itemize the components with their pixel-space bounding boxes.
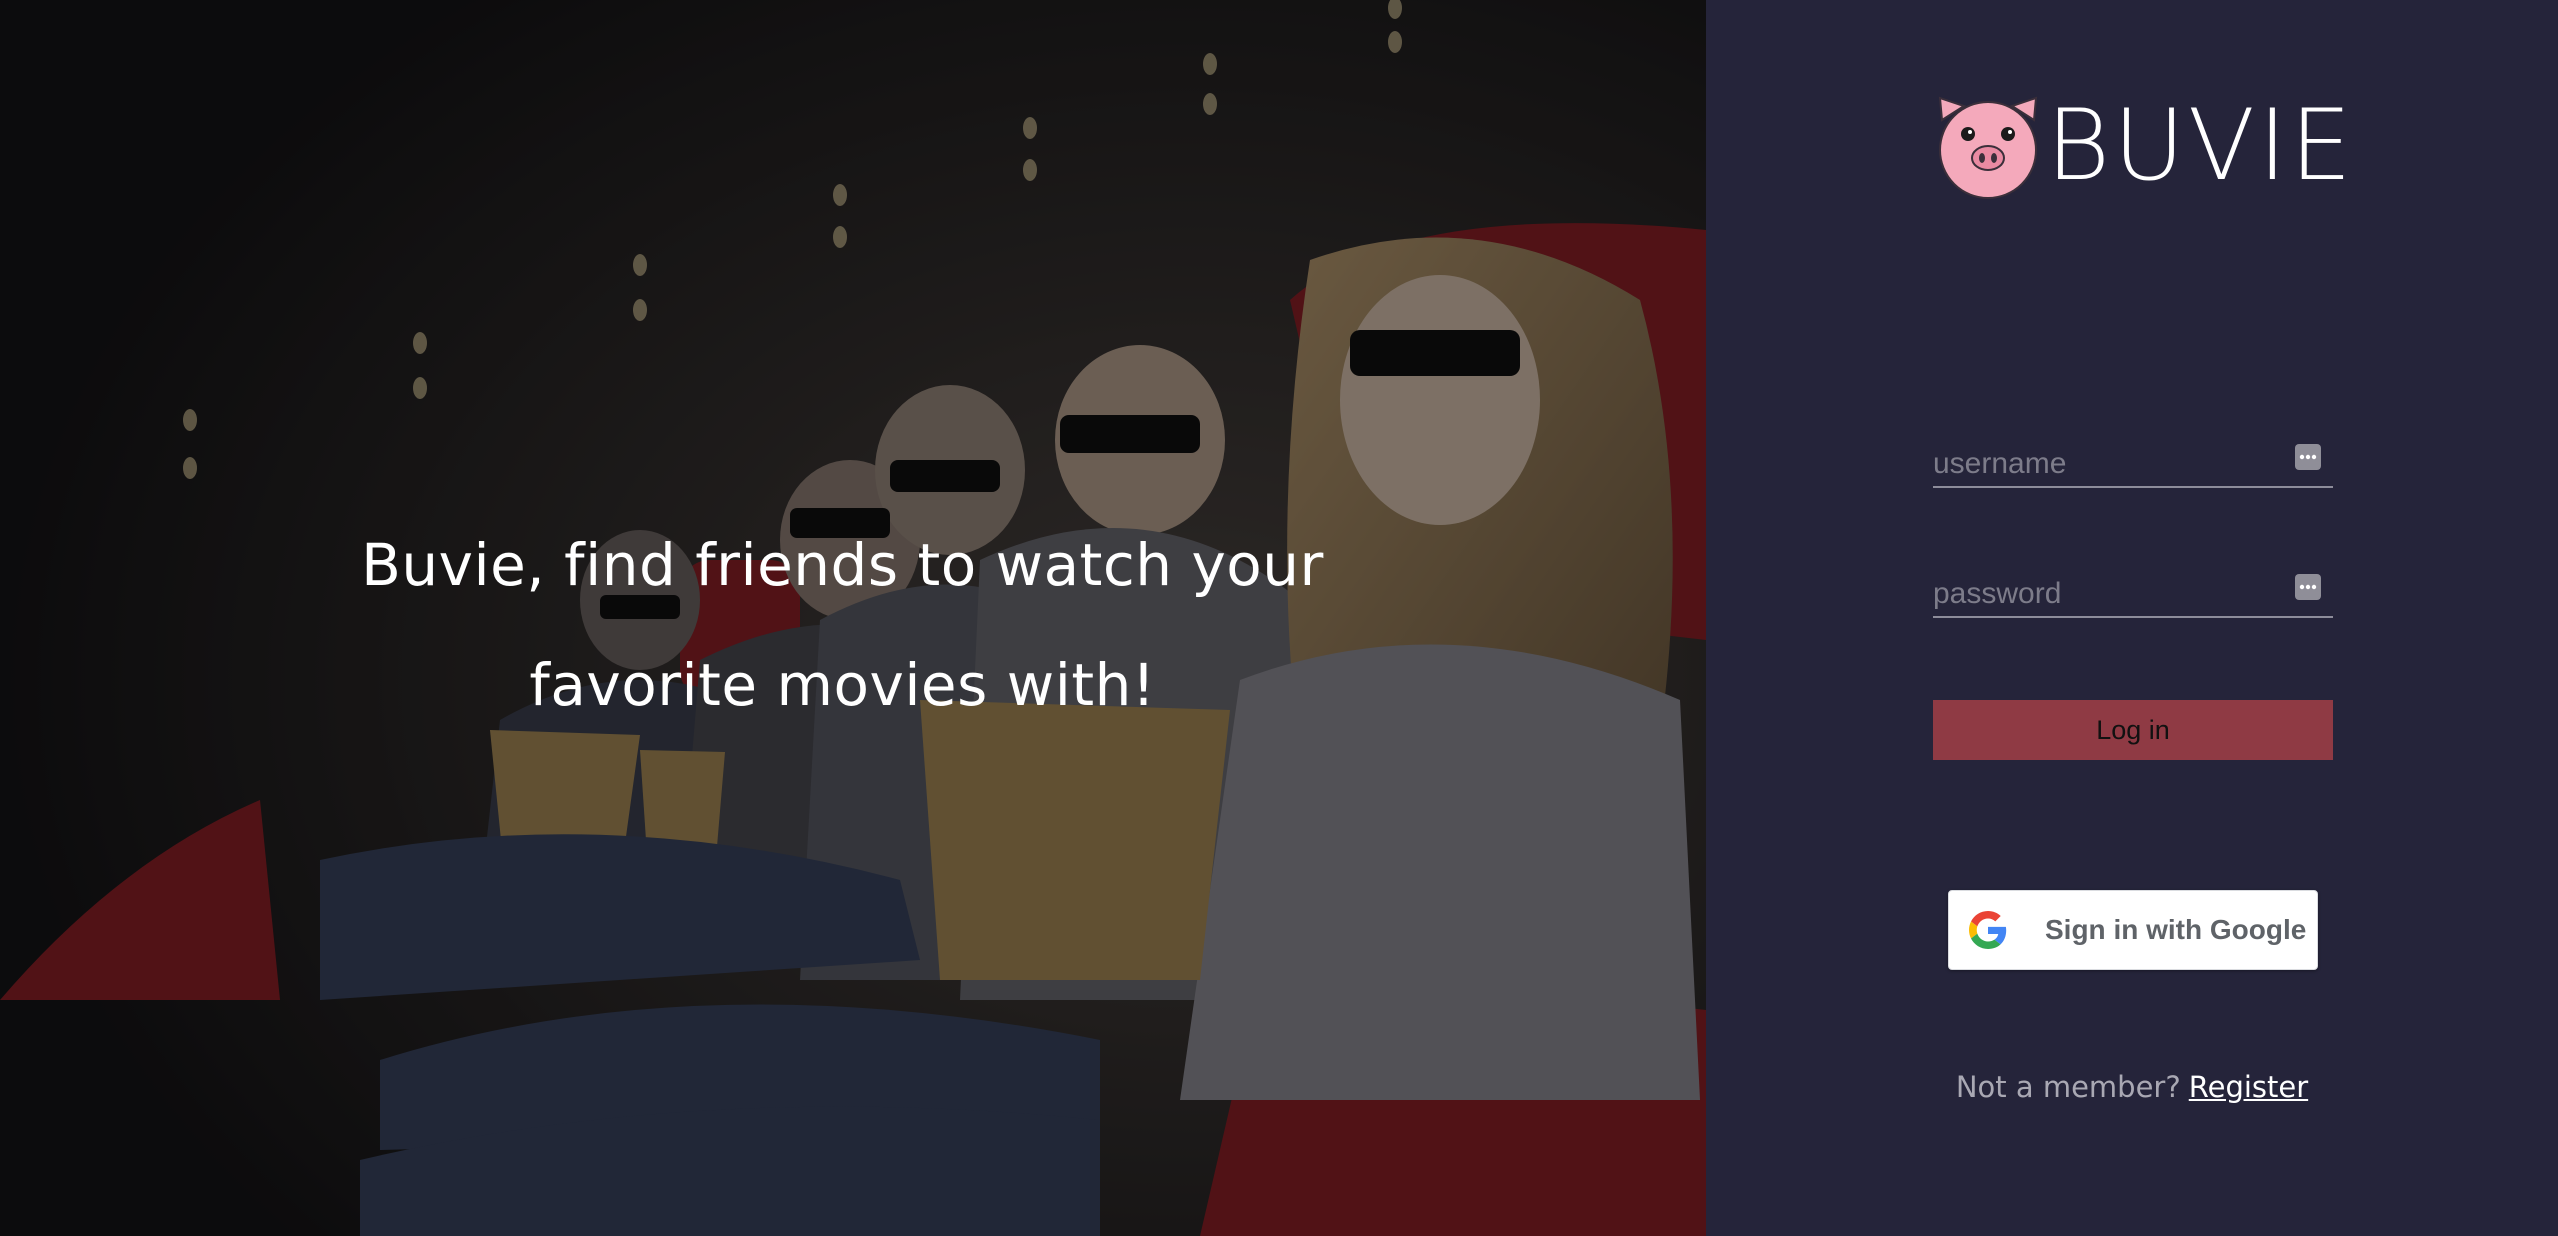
pig-icon <box>1938 96 2038 199</box>
hero-section: Buvie, find friends to watch your favori… <box>0 0 1706 1236</box>
login-button[interactable]: Log in <box>1933 700 2333 760</box>
password-field <box>1933 570 2333 618</box>
password-input[interactable] <box>1933 574 2293 614</box>
login-page: Buvie, find friends to watch your favori… <box>0 0 2558 1236</box>
hero-tagline: Buvie, find friends to watch your favori… <box>361 531 1324 719</box>
register-prompt: Not a member? <box>1955 1070 2181 1104</box>
login-panel: BUVIE Log in Sign in with Google <box>1706 0 2558 1236</box>
google-signin-label: Sign in with Google <box>2045 914 2307 945</box>
app-logo: BUVIE <box>1932 90 2355 202</box>
register-link[interactable]: Register <box>2189 1070 2308 1104</box>
password-manager-key-icon[interactable] <box>2295 574 2321 600</box>
username-input[interactable] <box>1933 444 2293 484</box>
google-signin-button[interactable]: Sign in with Google <box>1948 890 2318 970</box>
register-line: Not a member? Register <box>1706 1070 2558 1104</box>
password-manager-key-icon[interactable] <box>2295 444 2321 470</box>
username-field <box>1933 440 2333 488</box>
app-name: BUVIE <box>2046 89 2355 203</box>
google-g-icon <box>1969 911 2007 949</box>
